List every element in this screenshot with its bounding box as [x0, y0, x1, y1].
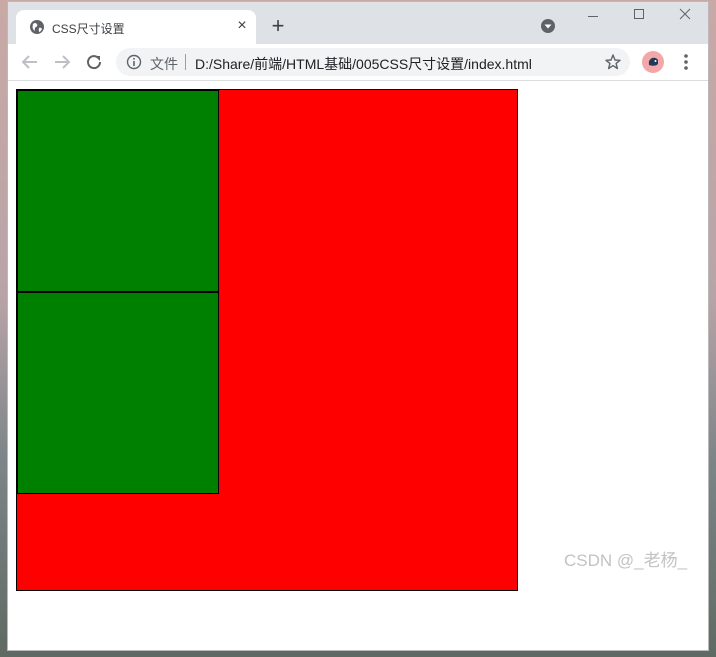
forward-arrow-icon[interactable]	[50, 50, 74, 74]
minimize-icon	[588, 16, 598, 17]
globe-icon	[30, 20, 44, 34]
bookmark-star-icon[interactable]	[604, 53, 622, 71]
minimize-button[interactable]	[570, 2, 616, 32]
tab-strip: CSS尺寸设置 × +	[8, 2, 708, 44]
watermark: CSDN @_老杨_	[564, 551, 688, 570]
maximize-icon	[634, 9, 644, 19]
url-text[interactable]: D:/Share/前端/HTML基础/005CSS尺寸设置/index.html	[195, 54, 532, 74]
close-window-button[interactable]	[662, 2, 708, 32]
site-label: 文件	[150, 56, 178, 72]
browser-toolbar: 文件 D:/Share/前端/HTML基础/005CSS尺寸设置/index.h…	[8, 44, 708, 81]
avatar[interactable]	[642, 51, 664, 73]
info-icon[interactable]	[126, 54, 142, 70]
close-icon	[679, 8, 691, 20]
tab-close-icon[interactable]: ×	[234, 18, 250, 34]
address-separator	[185, 54, 186, 70]
red-outer-box	[16, 89, 518, 591]
green-box-1	[17, 90, 219, 292]
reload-icon[interactable]	[82, 50, 106, 74]
tab-title: CSS尺寸设置	[52, 22, 125, 36]
maximize-button[interactable]	[616, 2, 662, 32]
more-menu-icon[interactable]	[678, 51, 694, 73]
address-bar[interactable]: 文件 D:/Share/前端/HTML基础/005CSS尺寸设置/index.h…	[116, 48, 630, 76]
profile-icon	[648, 57, 658, 66]
back-arrow-icon[interactable]	[18, 50, 42, 74]
new-tab-button[interactable]: +	[266, 15, 290, 39]
active-tab[interactable]: CSS尺寸设置 ×	[16, 10, 256, 44]
green-box-2	[17, 292, 219, 494]
tab-search-icon[interactable]	[540, 18, 556, 34]
